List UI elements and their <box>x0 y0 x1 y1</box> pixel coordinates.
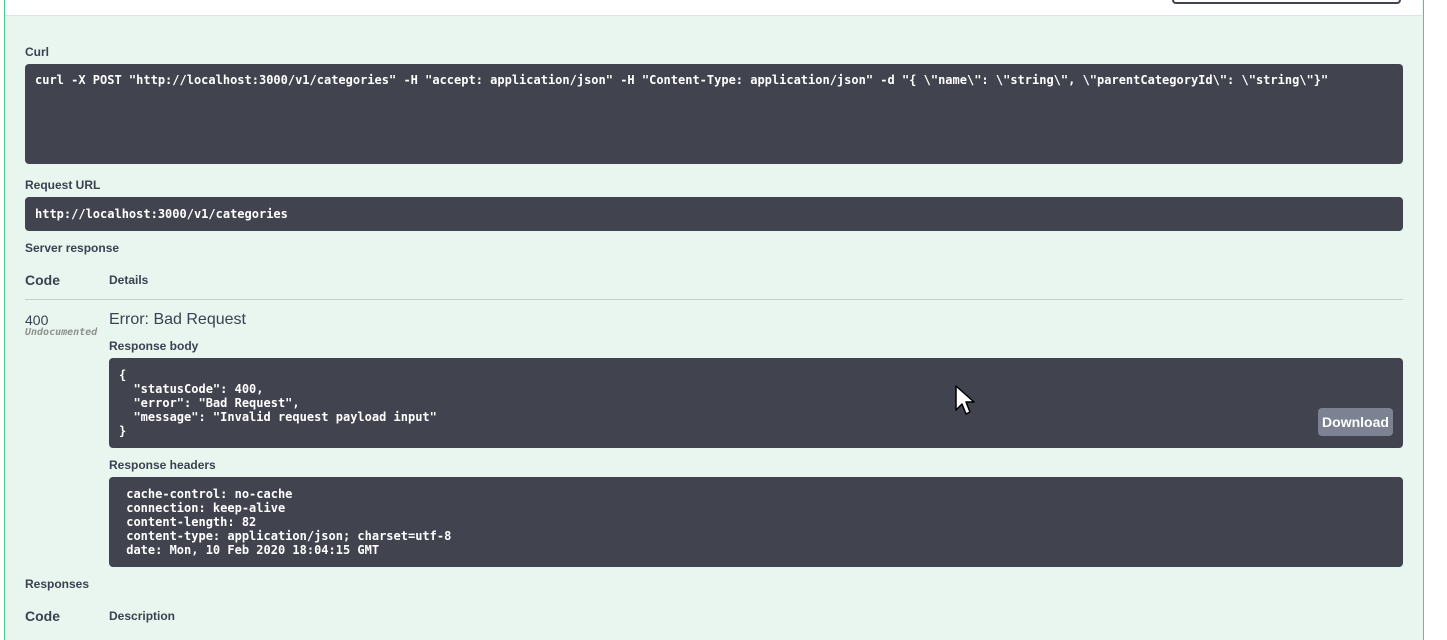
response-status-code: 400 <box>25 312 49 328</box>
top-partial-button[interactable] <box>1172 0 1401 4</box>
table-divider <box>25 299 1403 300</box>
response-headers-label: Response headers <box>109 458 216 472</box>
code-column-header: Code <box>25 272 60 288</box>
download-button[interactable]: Download <box>1318 408 1393 436</box>
curl-command-block[interactable]: curl -X POST "http://localhost:3000/v1/c… <box>25 64 1403 164</box>
request-url-label: Request URL <box>25 178 101 192</box>
curl-label: Curl <box>25 45 49 59</box>
details-column-header: Details <box>109 273 149 287</box>
undocumented-note: Undocumented <box>25 327 98 338</box>
mouse-pointer-icon <box>955 385 975 415</box>
request-url-block[interactable]: http://localhost:3000/v1/categories <box>25 197 1403 231</box>
response-body-block[interactable]: { "statusCode": 400, "error": "Bad Reque… <box>109 358 1403 448</box>
responses-code-header: Code <box>25 608 60 624</box>
response-body-label: Response body <box>109 339 199 353</box>
responses-label: Responses <box>25 577 90 591</box>
server-response-label: Server response <box>25 241 120 255</box>
responses-description-header: Description <box>109 609 176 623</box>
response-headers-block[interactable]: cache-control: no-cache connection: keep… <box>109 477 1403 567</box>
error-title: Error: Bad Request <box>109 311 246 328</box>
